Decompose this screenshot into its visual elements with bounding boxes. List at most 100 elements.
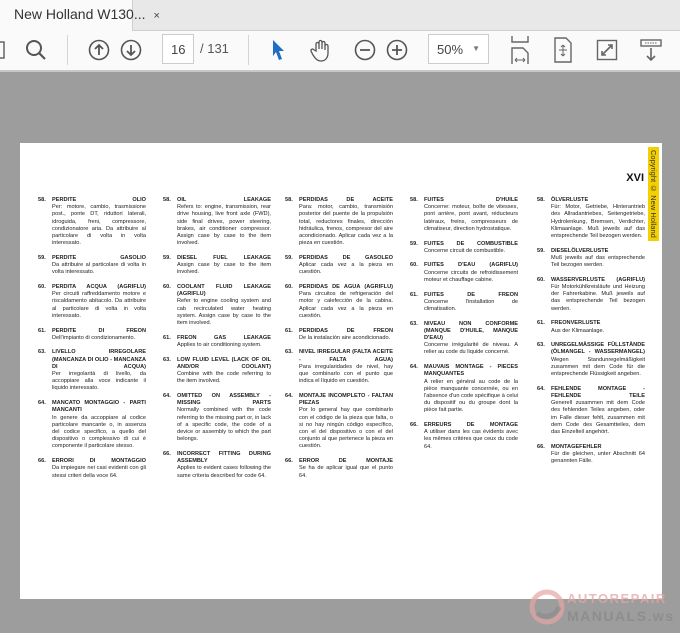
entry-number: 59. [410,240,418,247]
entry-title: FUITES D'EAU (AGRIFLU) [424,262,518,269]
entry-description: Für die gleichen, unter Abschnitt 64 gen… [551,450,645,465]
entry-title: COOLANT FLUID LEAKAGE (AGRIFLU) [177,284,271,298]
entry-title: PERDITE GASOLIO [52,254,146,261]
entry-description: A utiliser dans les cas évidents avec le… [424,429,518,450]
code-entry: 66. ERROR DE MONTAJE Se ha de aplicar ig… [285,458,393,480]
entry-number: 64. [537,385,545,392]
entry-number: 59. [537,247,545,254]
code-entry: 64. MANCATO MONTAGGIO - PARTI MANCANTI I… [38,400,146,450]
text-column: 58. OIL LEAKAGE Refers to: engine, trans… [163,197,271,487]
entry-description: Applies to air conditioning system. [177,341,262,348]
search-icon[interactable] [24,37,48,63]
pdf-page: Copyright © New Holland XVI 58. PERDITE … [20,143,662,599]
copyright-label: Copyright © New Holland [648,147,659,241]
entry-number: 61. [163,334,171,341]
toolbar: 16 / 131 50% ▼ [0,31,680,72]
entry-title: NIVEAU NON CONFORME (MANQUE D'HUILE, MAN… [424,320,518,342]
entry-number: 61. [410,291,418,298]
entry-description: Per: motore, cambio, trasmissione post.,… [52,204,146,247]
entry-title: DIESELÖLVERLUSTE [551,247,609,254]
entry-description: Combine with the code referring to the i… [177,371,271,385]
text-column: 58. ÖLVERLUSTE Für: Motor, Getriebe, Hin… [537,197,645,473]
entry-description: Para: motor, cambio, transmisión posteri… [299,204,393,247]
entry-title: PERDIDAS DE GASOLEO [299,254,393,261]
entry-description: Da impiegare nei casi evidenti con gli s… [52,465,146,479]
entry-number: 63. [537,342,545,349]
entry-number: 64. [38,400,46,407]
svg-text:MANUALS.ws: MANUALS.ws [567,608,675,624]
divider [248,35,249,65]
entry-description: Generell zusammen mit dem Code des fehle… [551,400,645,435]
code-entry: 66. INCORRECT FITTING DURING ASSEMBLY Ap… [163,451,271,480]
code-entry: 60. COOLANT FLUID LEAKAGE (AGRIFLU) Refe… [163,284,271,327]
entry-title: PERDIDAS DE FREON [299,327,393,334]
close-tab-icon[interactable]: × [154,10,160,22]
entry-title: OMITTED ON ASSEMBLY - MISSING PARTS [177,392,271,407]
entry-number: 60. [410,262,418,269]
entry-description: Applies to evident cases following the s… [177,465,271,479]
page-total: / 131 [200,41,229,56]
code-entry: 59. PERDIDAS DE GASOLEO Aplicar cada vez… [285,255,393,277]
fit-page-icon[interactable] [551,35,575,65]
page-thumbnail-icon[interactable] [0,37,8,63]
select-tool-cursor-icon[interactable] [268,37,288,63]
entry-number: 64. [410,364,418,371]
code-entry: 58. FUITES D'HUILE Concerne: moteur, boî… [410,197,518,233]
code-entry: 64. FEHLENDE MONTAGE - FEHLENDE TEILE Ge… [537,386,645,436]
entry-description: Aus der Klimaanlage. [551,327,605,334]
entry-title: FEHLENDE MONTAGE - FEHLENDE TEILE [551,385,645,399]
entry-title: FREON GAS LEAKAGE [177,334,271,341]
entry-number: 60. [285,284,293,291]
next-page-button[interactable] [119,37,143,63]
code-entry: 61. FREON GAS LEAKAGE Applies to air con… [163,335,271,349]
entry-description: Concerne circuit de combustible. [424,247,506,254]
zoom-out-button[interactable] [353,37,377,63]
entry-title: MONTAJE INCOMPLETO - FALTAN PIEZAS [299,392,393,407]
entry-description: Para circuitos de refrigeración del moto… [299,291,393,319]
entry-title: PERDITE DI FREON [52,327,146,334]
code-entry: 60. PERDIDAS DE AGUA (AGRIFLU) Para circ… [285,284,393,320]
previous-page-button[interactable] [87,37,111,63]
svg-text:AUTOREPAIR: AUTOREPAIR [567,591,667,606]
entry-number: 64. [163,392,171,399]
entry-description: Aplicar cada vez a la pieza en cuestión. [299,262,393,276]
entry-description: Normally combined with the code referrin… [177,407,271,443]
entry-description: Wegen Standunregelmäßigkeit zusammen mit… [551,356,645,378]
autorepair-manuals-watermark-logo: AUTOREPAIR MANUALS.ws [529,589,675,625]
entry-description: Refer to engine cooling system and cab r… [177,298,271,327]
chevron-down-icon: ▼ [472,44,480,53]
entry-number: 61. [38,327,46,334]
entry-number: 63. [38,349,46,356]
document-tab[interactable]: New Holland W130... × [0,0,160,32]
entry-number: 63. [410,320,418,327]
hand-tool-icon[interactable] [308,37,334,63]
full-screen-icon[interactable] [595,37,619,63]
entry-description: Da attribuire al particolare di volta in… [52,262,146,276]
entry-number: 58. [285,197,293,203]
page-number-input[interactable]: 16 [162,34,194,64]
entry-description: Muß jeweils auf das entsprechende Teil b… [551,254,645,269]
entry-number: 66. [410,422,418,429]
entry-title: PERDITA ACQUA (AGRIFLU) [52,284,146,291]
entry-number: 64. [285,392,293,399]
zoom-level-select[interactable]: 50% ▼ [428,34,489,64]
entry-title: PERDIDAS DE ACEITE [299,197,393,203]
entry-description: Dell'impianto di condizionamento. [52,334,136,341]
code-entry: 59. DIESEL FUEL LEAKAGE Assign case by c… [163,255,271,277]
scroll-mode-icon[interactable] [638,37,664,63]
code-entry: 59. PERDITE GASOLIO Da attribuire al par… [38,255,146,277]
fit-width-icon[interactable] [508,34,532,66]
code-entry: 64. OMITTED ON ASSEMBLY - MISSING PARTS … [163,393,271,443]
entry-description: Concerne circuits de refroidissement mot… [424,269,518,283]
code-entry: 59. FUITES DE COMBUSTIBLE Concerne circu… [410,241,518,255]
code-entry: 61. PERDIDAS DE FREON De la instalación … [285,328,393,342]
entry-title: PERDIDAS DE AGUA (AGRIFLU) [299,284,393,291]
entry-title: OIL LEAKAGE [177,197,271,203]
zoom-in-button[interactable] [385,37,409,63]
text-column: 58. PERDIDAS DE ACEITE Para: motor, camb… [285,197,393,487]
entry-title: MAUVAIS MONTAGE - PIECES MANQUANTES [424,364,518,378]
code-entry: 66. ERRORI DI MONTAGGIO Da impiegare nei… [38,458,146,480]
entry-description: Se ha de aplicar igual que el punto 64. [299,465,393,479]
entry-title: ÖLVERLUSTE [551,197,589,203]
entry-description: Für Motorkühlkreisläufe und Heizung der … [551,284,645,312]
